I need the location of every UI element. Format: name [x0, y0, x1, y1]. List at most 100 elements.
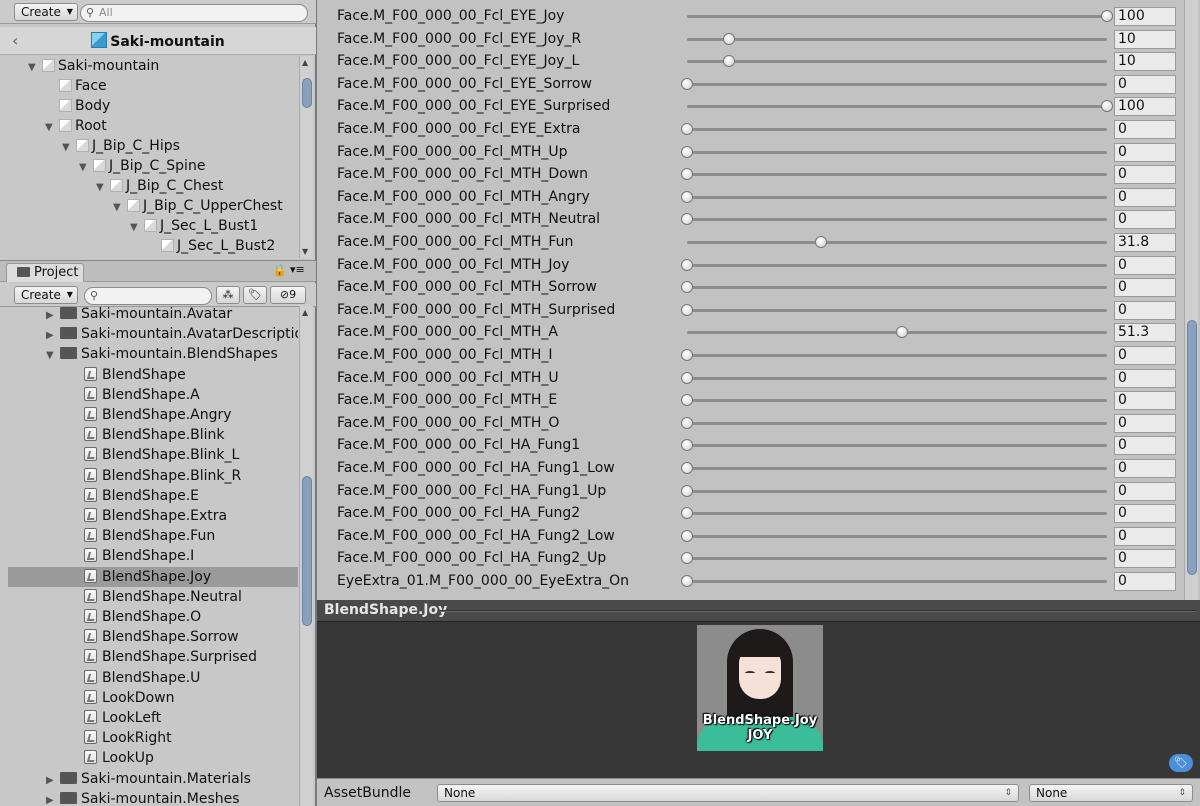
preview-drag-bar[interactable] — [439, 610, 1196, 612]
blendshape-slider[interactable] — [681, 123, 1107, 135]
slider-knob[interactable] — [681, 190, 693, 203]
expand-arrow-icon[interactable]: ▶ — [46, 306, 60, 326]
project-asset-item[interactable]: BlendShape.Blink_R — [84, 466, 241, 486]
slider-knob[interactable] — [723, 32, 735, 45]
panel-menu-icon[interactable]: ▾≡ — [290, 263, 305, 276]
blendshape-slider[interactable] — [681, 281, 1107, 294]
assetbundle-variant-dropdown[interactable]: None ⇕ — [1029, 784, 1193, 802]
blendshape-value-field[interactable]: 0 — [1114, 459, 1176, 478]
project-asset-item[interactable]: LookLeft — [84, 708, 161, 728]
project-asset-item[interactable]: BlendShape.Angry — [84, 405, 232, 425]
expand-arrow-icon[interactable]: ▼ — [130, 218, 144, 238]
project-folder[interactable]: ▶ Saki-mountain.Avatar — [46, 306, 232, 324]
blendshape-slider[interactable] — [687, 55, 1107, 68]
hierarchy-scroll-thumb[interactable] — [302, 78, 312, 108]
expand-arrow-icon[interactable]: ▼ — [113, 198, 127, 218]
blendshape-slider[interactable] — [681, 552, 1107, 565]
project-asset-item[interactable]: BlendShape — [84, 365, 186, 385]
blendshape-slider[interactable] — [681, 213, 1107, 226]
blendshape-value-field[interactable]: 0 — [1114, 120, 1176, 139]
project-asset-item[interactable]: BlendShape.Joy — [8, 566, 298, 587]
project-scrollbar[interactable]: ▲ — [299, 306, 313, 806]
project-asset-item[interactable]: BlendShape.A — [84, 385, 200, 405]
expand-arrow-icon[interactable]: ▼ — [62, 138, 76, 158]
hierarchy-create-button[interactable]: Create ▼ — [14, 3, 78, 21]
slider-knob[interactable] — [681, 439, 693, 452]
blendshape-slider[interactable] — [681, 439, 1107, 452]
blendshape-slider[interactable] — [687, 32, 1107, 45]
blendshape-value-field[interactable]: 0 — [1114, 368, 1176, 388]
project-asset-item[interactable]: BlendShape.Surprised — [84, 647, 257, 667]
slider-knob[interactable] — [681, 281, 693, 294]
slider-knob[interactable] — [681, 77, 693, 90]
hierarchy-scrollbar[interactable]: ▲ ▼ — [299, 56, 313, 258]
blendshape-value-field[interactable]: 0 — [1114, 391, 1176, 411]
blendshape-value-field[interactable]: 0 — [1114, 278, 1176, 298]
blendshape-slider[interactable] — [687, 326, 1107, 339]
blendshape-slider[interactable] — [681, 145, 1107, 158]
hierarchy-item[interactable]: ▼ J_Bip_C_UpperChest — [113, 196, 283, 216]
expand-arrow-icon[interactable]: ▼ — [28, 58, 42, 78]
blendshape-value-field[interactable]: 0 — [1114, 526, 1176, 546]
slider-knob[interactable] — [681, 303, 693, 316]
project-create-button[interactable]: Create ▼ — [14, 286, 78, 304]
blendshape-slider[interactable] — [681, 529, 1107, 542]
blendshape-slider[interactable] — [681, 303, 1107, 316]
project-asset-item[interactable]: BlendShape.Blink_L — [84, 445, 239, 465]
blendshape-value-field[interactable]: 0 — [1114, 142, 1176, 162]
blendshape-value-field[interactable]: 0 — [1114, 187, 1176, 207]
blendshape-value-field[interactable]: 0 — [1114, 504, 1176, 524]
slider-knob[interactable] — [681, 416, 693, 429]
slider-knob[interactable] — [681, 507, 693, 520]
blendshape-value-field[interactable]: 0 — [1114, 436, 1176, 456]
project-asset-item[interactable]: BlendShape.Extra — [84, 506, 227, 526]
slider-knob[interactable] — [681, 529, 693, 542]
scroll-down-icon[interactable]: ▼ — [302, 247, 308, 256]
blendshape-slider[interactable] — [681, 416, 1107, 429]
blendshape-value-field[interactable]: 10 — [1114, 52, 1176, 72]
project-folder[interactable]: ▼ Saki-mountain.BlendShapes — [46, 344, 278, 364]
project-asset-item[interactable]: BlendShape.E — [84, 486, 199, 506]
project-asset-item[interactable]: BlendShape.Sorrow — [84, 627, 239, 647]
blendshape-value-field[interactable]: 10 — [1114, 29, 1176, 49]
blendshape-slider[interactable] — [681, 484, 1107, 497]
blendshape-value-field[interactable]: 0 — [1114, 549, 1176, 569]
slider-knob[interactable] — [681, 349, 693, 361]
scroll-up-icon[interactable]: ▲ — [302, 308, 308, 317]
project-scroll-thumb[interactable] — [302, 476, 312, 626]
slider-knob[interactable] — [1101, 10, 1113, 22]
blendshape-slider[interactable] — [681, 462, 1107, 474]
project-asset-item[interactable]: LookRight — [84, 728, 172, 748]
inspector-scrollbar[interactable] — [1184, 0, 1198, 600]
hierarchy-item[interactable]: ▼ Saki-mountain — [28, 56, 159, 76]
tag-icon[interactable]: 🏷 — [1169, 754, 1193, 772]
slider-knob[interactable] — [681, 213, 693, 226]
slider-knob[interactable] — [681, 371, 693, 384]
blendshape-slider[interactable] — [681, 349, 1107, 361]
lock-icon[interactable]: 🔒 — [272, 263, 287, 277]
blendshape-slider[interactable] — [687, 236, 1107, 248]
slider-knob[interactable] — [681, 552, 693, 565]
project-asset-item[interactable]: BlendShape.U — [84, 668, 200, 688]
inspector-scroll-thumb[interactable] — [1187, 320, 1197, 575]
project-asset-item[interactable]: BlendShape.O — [84, 607, 201, 627]
hierarchy-item[interactable]: Body — [45, 96, 110, 116]
project-folder[interactable]: ▶ Saki-mountain.AvatarDescriptio — [46, 324, 298, 344]
hierarchy-search-input[interactable]: ⚲ All — [80, 4, 308, 22]
blendshape-value-field[interactable]: 0 — [1114, 210, 1176, 230]
blendshape-value-field[interactable]: 0 — [1114, 74, 1176, 94]
expand-arrow-icon[interactable]: ▼ — [96, 178, 110, 198]
hierarchy-item[interactable]: J_Sec_L_Bust2 — [147, 236, 275, 256]
blendshape-slider[interactable] — [681, 258, 1107, 271]
slider-knob[interactable] — [896, 326, 909, 339]
project-asset-item[interactable]: BlendShape.Neutral — [84, 587, 242, 607]
project-asset-item[interactable]: BlendShape.Fun — [84, 526, 215, 546]
filter-by-label-icon[interactable]: 🏷 — [243, 286, 267, 304]
blendshape-value-field[interactable]: 0 — [1114, 481, 1176, 501]
slider-knob[interactable] — [814, 236, 827, 248]
blendshape-value-field[interactable]: 0 — [1114, 413, 1176, 433]
blendshape-value-field[interactable]: 0 — [1114, 572, 1176, 591]
blendshape-value-field[interactable]: 0 — [1114, 165, 1176, 185]
expand-arrow-icon[interactable]: ▼ — [46, 346, 60, 366]
project-asset-item[interactable]: BlendShape.I — [84, 546, 194, 566]
